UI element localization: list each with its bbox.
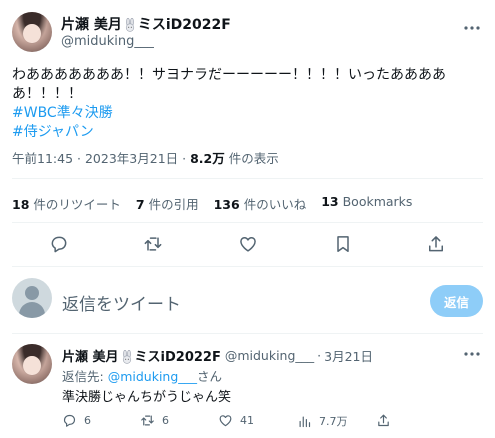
retweet-stat[interactable]: 18 件のリツイート — [12, 194, 121, 213]
tweet-stats: 18 件のリツイート 7 件の引用 136 件のいいね 13 Bookmarks — [12, 194, 427, 213]
avatar-head-shape — [25, 286, 39, 300]
tweet-body: わあああああああ！！サヨナラだーーーーー！！！！いったあああああ！！！！ #WB… — [12, 66, 482, 142]
retweet-count: 18 — [12, 197, 30, 212]
reply-date[interactable]: 3月21日 — [324, 346, 373, 365]
divider — [12, 333, 483, 334]
like-icon — [219, 415, 232, 427]
reply-author-name[interactable]: 片瀬 美月 — [62, 346, 119, 365]
rabbit-emoji-icon — [123, 17, 137, 32]
tweet-time[interactable]: 午前11:45 — [12, 151, 73, 166]
reply-like-button[interactable]: 41 — [218, 413, 254, 428]
divider — [12, 222, 483, 223]
reply-reply-button[interactable]: 6 — [62, 413, 91, 428]
reply-text: 準決勝じゃんちがうじゃん笑 — [62, 390, 232, 405]
bookmark-count: 13 — [321, 194, 339, 209]
quote-count: 7 — [135, 197, 145, 212]
like-icon[interactable] — [238, 234, 258, 254]
hashtag-link[interactable]: #WBC準々決勝 — [12, 104, 482, 123]
views-icon — [299, 416, 311, 427]
reply-button[interactable]: 返信 — [430, 285, 483, 317]
replying-to-prefix: 返信先: — [62, 369, 104, 384]
reply-like-count: 41 — [240, 414, 254, 427]
meta-separator: · — [77, 151, 81, 166]
avatar-face — [23, 24, 41, 44]
meta-separator: · — [182, 151, 187, 166]
bookmark-stat-label: Bookmarks — [342, 194, 413, 209]
bookmark-icon[interactable] — [333, 234, 353, 254]
author-name-row[interactable]: 片瀬 美月 ミスiD2022F — [61, 14, 231, 34]
reply-share-button[interactable] — [376, 413, 398, 428]
quote-stat-label: 件の引用 — [148, 197, 199, 212]
reply-retweet-button[interactable]: 6 — [140, 413, 169, 428]
reply-reply-count: 6 — [84, 414, 91, 427]
retweet-icon[interactable] — [143, 234, 163, 254]
tweet-text: わあああああああ！！サヨナラだーーーーー！！！！いったあああああ！！！！ — [12, 67, 446, 102]
author-handle[interactable]: @miduking___ — [61, 34, 154, 49]
reply-retweet-count: 6 — [162, 414, 169, 427]
reply-icon[interactable] — [49, 234, 69, 254]
share-icon — [378, 414, 389, 427]
author-avatar[interactable] — [12, 12, 52, 52]
replying-to-suffix: さん — [197, 369, 223, 384]
reply-author-row: 片瀬 美月 ミスiD2022F @miduking___ · 3月21日 — [62, 346, 373, 365]
like-stat[interactable]: 136 件のいいね — [214, 194, 307, 213]
replying-to: 返信先: @miduking___さん — [62, 366, 222, 385]
user-avatar — [12, 278, 52, 318]
hashtag-link[interactable]: #侍ジャパン — [12, 123, 482, 142]
views-label: 件の表示 — [228, 151, 279, 166]
retweet-stat-label: 件のリツイート — [33, 197, 121, 212]
tweet-date[interactable]: 2023年3月21日 — [85, 151, 178, 166]
more-options-icon[interactable] — [462, 344, 482, 364]
author-name: 片瀬 美月 — [61, 17, 122, 33]
reply-input[interactable]: 返信をツイート — [62, 290, 181, 315]
reply-author-avatar[interactable] — [12, 344, 52, 384]
retweet-icon — [141, 415, 154, 426]
reply-author-name-suffix: ミスiD2022F — [134, 350, 221, 365]
like-stat-label: 件のいいね — [243, 197, 307, 212]
avatar-body-shape — [19, 302, 45, 318]
author-name-suffix: ミスiD2022F — [137, 17, 231, 33]
meta-separator: · — [317, 348, 322, 363]
reply-icon — [63, 414, 76, 427]
replying-to-handle[interactable]: @miduking___ — [108, 369, 197, 384]
quote-stat[interactable]: 7 件の引用 — [136, 194, 199, 213]
like-count: 136 — [213, 197, 240, 212]
share-icon[interactable] — [426, 234, 446, 254]
reply-views-button[interactable]: 7.7万 — [297, 413, 348, 429]
avatar-face — [23, 356, 41, 376]
bookmark-stat[interactable]: 13 Bookmarks — [321, 194, 412, 213]
divider — [12, 266, 483, 267]
reply-author-handle[interactable]: @miduking___ — [225, 348, 314, 363]
tweet-meta: 午前11:45 · 2023年3月21日 · 8.2万 件の表示 — [12, 148, 279, 167]
more-options-icon[interactable] — [462, 18, 482, 38]
views-count: 8.2万 — [190, 151, 225, 166]
reply-views-count: 7.7万 — [319, 415, 348, 428]
rabbit-emoji-icon — [120, 349, 134, 364]
divider — [12, 178, 483, 179]
